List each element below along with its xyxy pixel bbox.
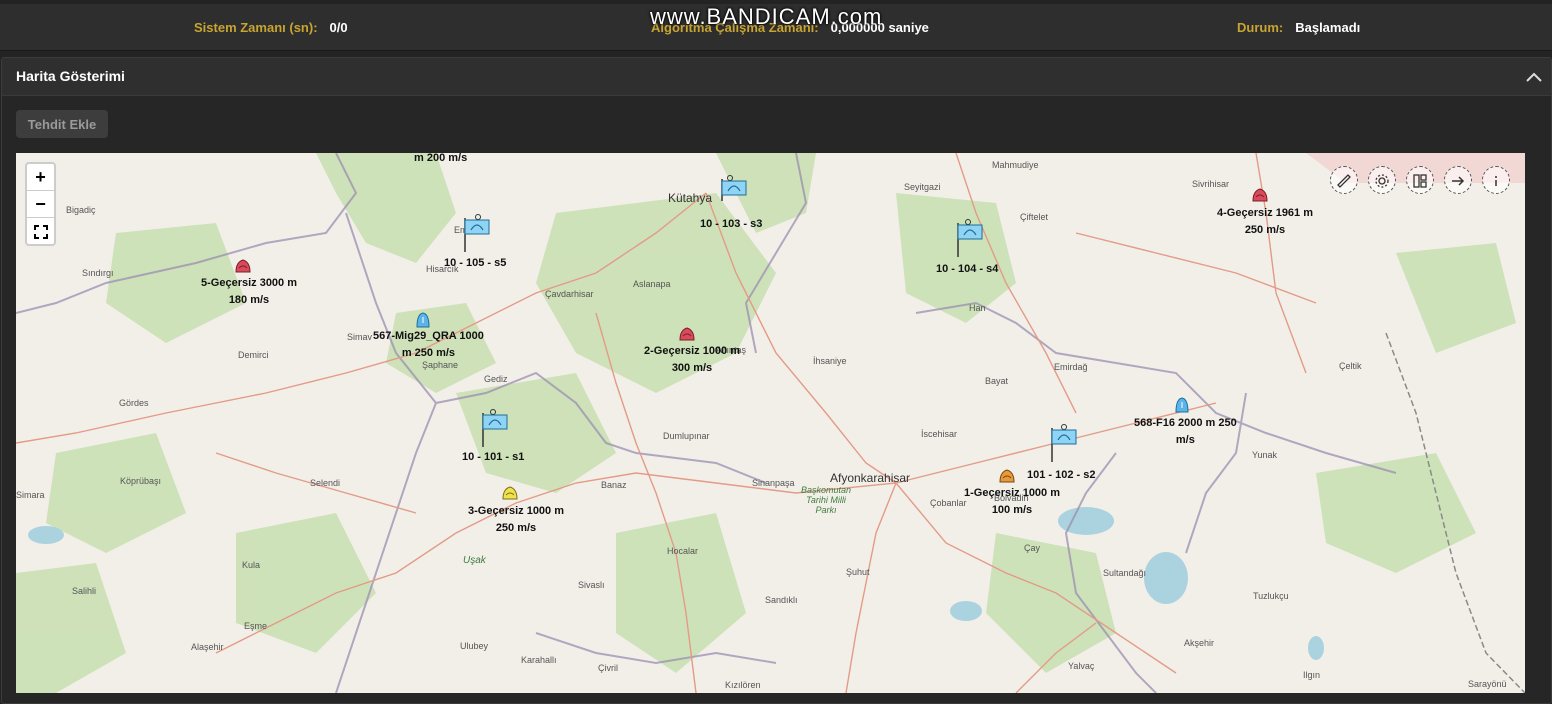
place-label: Bigadiç: [66, 205, 96, 215]
radar-label: 10 - 101 - s1: [462, 451, 525, 463]
place-label: Şuhut: [846, 567, 870, 577]
radar-label: 10 - 105 - s5: [444, 257, 507, 269]
layers-icon[interactable]: [1406, 166, 1434, 194]
place-label: Alaşehir: [191, 642, 224, 652]
state: Durum: Başlamadı: [1237, 20, 1360, 35]
place-label: Selendi: [310, 478, 341, 488]
place-label: Uşak: [463, 555, 486, 566]
place-label: Kızılören: [725, 680, 761, 690]
place-label: Çobanlar: [930, 498, 967, 508]
aircraft-label: 568-F16 2000 m 250 m/s: [1134, 417, 1237, 446]
place-label: Demirci: [238, 350, 269, 360]
system-time: Sistem Zamanı (sn): 0/0: [194, 20, 348, 35]
place-label: Eşme: [244, 621, 268, 631]
aircraft-label: 567-Mig29_QRA 1000 m 250 m/s: [373, 330, 484, 359]
place-label: Sarayönü: [1468, 679, 1507, 689]
radar-marker[interactable]: [481, 409, 509, 452]
info-icon[interactable]: [1482, 166, 1510, 194]
place-label: Sivrihisar: [1192, 179, 1230, 189]
state-label: Durum:: [1237, 20, 1284, 35]
place-label: Sandıklı: [765, 595, 798, 605]
map-view[interactable]: Kütahya Mahmudiye Seyitgazi Sivrihisar B…: [16, 153, 1525, 693]
place-label: Karahallı: [521, 655, 557, 665]
place-label: Kula: [242, 560, 261, 570]
arrow-right-icon[interactable]: [1444, 166, 1472, 194]
place-label: Köprübaşı: [120, 476, 162, 486]
zoom-control: + −: [25, 162, 56, 246]
chevron-up-icon[interactable]: [1523, 66, 1545, 88]
place-label: Gediz: [484, 374, 508, 384]
place-label: Çeltik: [1339, 361, 1362, 371]
system-time-label: Sistem Zamanı (sn):: [194, 20, 318, 35]
place-label: Aslanapa: [633, 279, 671, 289]
zoom-in-button[interactable]: +: [27, 164, 54, 191]
threat-label: 1-Geçersiz 1000 m 100 m/s: [964, 487, 1061, 516]
radar-label: 10 - 103 - s3: [700, 218, 763, 230]
place-label: Çivril: [598, 663, 618, 673]
place-label: Çiftelet: [1020, 212, 1049, 222]
add-threat-button[interactable]: Tehdit Ekle: [16, 110, 108, 138]
place-label: Bayat: [985, 376, 1009, 386]
place-label: Mahmudiye: [992, 160, 1039, 170]
place-label: Simara: [16, 490, 45, 500]
panel-title: Harita Gösterimi: [16, 68, 125, 84]
radar-label: 101 - 102 - s2: [1027, 469, 1096, 481]
place-label: Ulubey: [460, 641, 489, 651]
place-label: Sultandağı: [1103, 568, 1147, 578]
radar-marker[interactable]: [463, 214, 491, 257]
fullscreen-icon[interactable]: [27, 218, 54, 244]
threat-label: 3-Geçersiz 1000 m 250 m/s: [468, 505, 565, 534]
threat-label: 5-Geçersiz 3000 m 180 m/s: [201, 277, 298, 306]
system-time-value: 0/0: [329, 20, 348, 35]
park-label: Başkomutan Tarihi Milli Parkı: [800, 485, 852, 515]
place-label: Hocalar: [667, 546, 699, 556]
place-label: Salihli: [72, 586, 97, 596]
place-label: Çavdarhisar: [545, 289, 594, 299]
place-label: İhsaniye: [813, 356, 847, 366]
place-label: Seyitgazi: [904, 182, 941, 192]
threat-label: 4-Geçersiz 1961 m 250 m/s: [1217, 207, 1314, 236]
place-label: Sivaslı: [578, 580, 605, 590]
place-label: Han: [969, 303, 986, 313]
marker-label: m 200 m/s: [414, 153, 468, 164]
ruler-icon[interactable]: [1330, 166, 1358, 194]
place-label: Yunak: [1252, 450, 1278, 460]
panel-header[interactable]: Harita Gösterimi: [2, 58, 1551, 96]
gear-icon[interactable]: [1368, 166, 1396, 194]
zoom-out-button[interactable]: −: [27, 191, 54, 218]
place-label: Yalvaç: [1068, 661, 1095, 671]
place-label: Dumlupınar: [663, 431, 710, 441]
place-label: Sinanpaşa: [752, 478, 795, 488]
place-label: Emirdağ: [1054, 362, 1088, 372]
recording-watermark: www.BANDICAM.com: [650, 4, 883, 29]
threat-label: 2-Geçersiz 1000 m 300 m/s: [644, 345, 741, 374]
place-label: Sındırgı: [82, 268, 114, 278]
place-label: Simav: [347, 332, 373, 342]
state-value: Başlamadı: [1295, 20, 1361, 35]
place-label: Çay: [1024, 543, 1041, 553]
radar-label: 10 - 104 - s4: [936, 263, 999, 275]
place-label: Akşehir: [1184, 638, 1215, 648]
place-label: İscehisar: [921, 429, 958, 439]
place-label: Gördes: [119, 398, 149, 408]
radar-marker[interactable]: [1050, 424, 1078, 467]
radar-marker[interactable]: [720, 175, 748, 208]
place-label: Tuzlukçu: [1253, 591, 1289, 601]
place-label: Ilgın: [1303, 670, 1321, 680]
place-label: Afyonkarahisar: [830, 471, 911, 485]
place-label: Kütahya: [668, 191, 713, 205]
radar-marker[interactable]: [956, 219, 984, 262]
place-label: Banaz: [601, 480, 627, 490]
